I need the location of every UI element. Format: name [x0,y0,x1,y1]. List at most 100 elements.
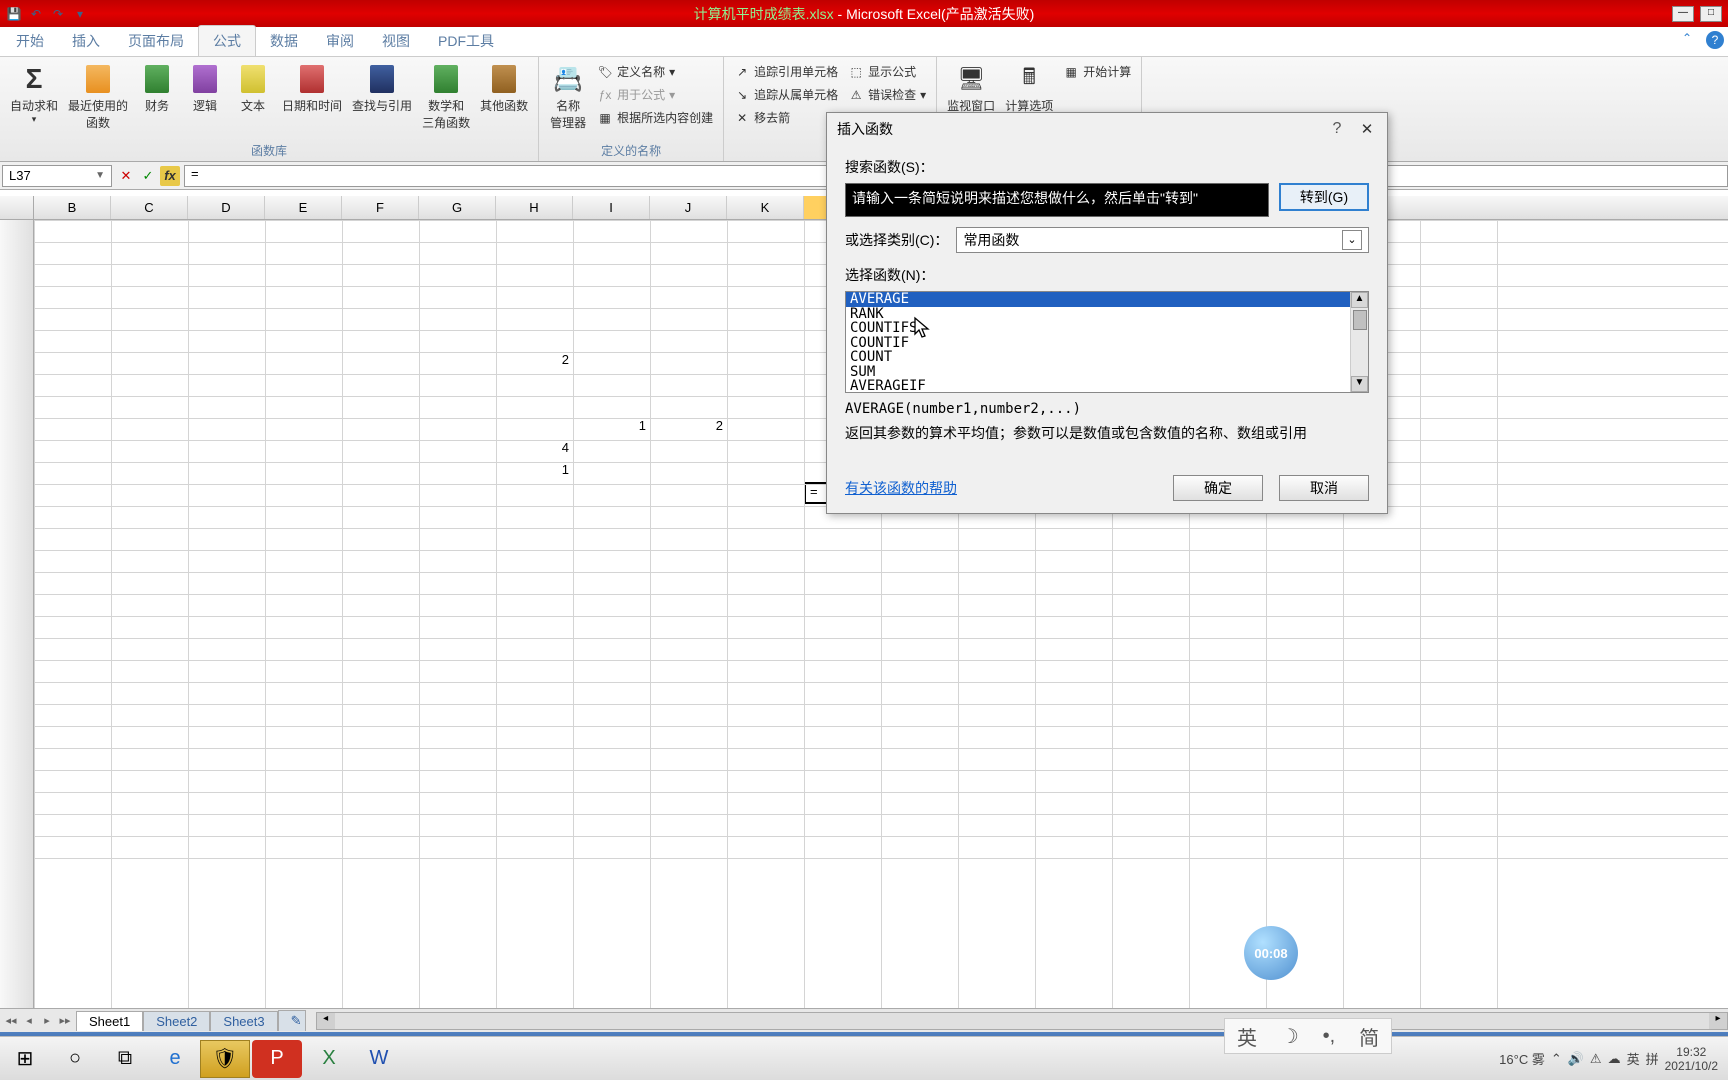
math-button[interactable]: 数学和 三角函数 [418,61,474,140]
start-button[interactable]: ⊞ [0,1040,50,1078]
category-select[interactable]: 常用函数 ⌄ [956,227,1369,253]
cortana-icon[interactable]: ○ [50,1040,100,1078]
tab-home[interactable]: 开始 [2,26,58,56]
dropdown-icon[interactable]: ⌄ [1342,230,1362,250]
show-formulas-button[interactable]: ⬚显示公式 [844,61,930,82]
trace-precedents-button[interactable]: ↗追踪引用单元格 [730,61,842,82]
accept-formula-button[interactable]: ✓ [138,166,158,186]
fn-item-sum[interactable]: SUM [846,365,1368,380]
create-from-sel-button[interactable]: ▦根据所选内容创建 [593,107,717,128]
pdf-app-icon[interactable]: P [252,1040,302,1078]
col-header[interactable]: C [111,196,188,219]
sheet-nav[interactable]: ◂◂◂▸▸▸ [0,1014,76,1027]
function-list[interactable]: AVERAGE RANK COUNTIFS COUNTIF COUNT SUM … [845,291,1369,393]
tab-formulas[interactable]: 公式 [198,25,256,56]
sheet-tab[interactable]: Sheet2 [143,1011,210,1031]
financial-button[interactable]: 财务 [134,61,180,140]
cancel-formula-button[interactable]: ✕ [116,166,136,186]
cell[interactable]: 4 [496,440,573,455]
ime-simp[interactable]: 简 [1359,1022,1379,1051]
error-check-button[interactable]: ⚠错误检查▾ [844,84,930,105]
col-header[interactable]: J [650,196,727,219]
scroll-down-icon[interactable]: ▼ [1351,376,1368,392]
autosum-button[interactable]: Σ 自动求和▾ [6,61,62,140]
function-help-link[interactable]: 有关该函数的帮助 [845,478,957,498]
qat-customize-icon[interactable]: ▾ [70,4,90,24]
dialog-help-button[interactable]: ? [1327,120,1347,138]
maximize-button[interactable]: □ [1700,6,1722,22]
security-icon[interactable]: 🛡 [200,1040,250,1078]
ok-button[interactable]: 确定 [1173,475,1263,501]
col-header[interactable]: I [573,196,650,219]
tab-pdf[interactable]: PDF工具 [424,26,508,56]
excel-app-icon[interactable]: X [304,1040,354,1078]
ime-indicator[interactable]: 英 ☽ •, 简 [1224,1018,1392,1054]
ie-icon[interactable]: e [150,1040,200,1078]
col-header[interactable]: H [496,196,573,219]
col-header[interactable]: D [188,196,265,219]
ime-lang-tray[interactable]: 英 [1627,1049,1640,1068]
insert-function-button[interactable]: fx [160,166,180,186]
taskview-icon[interactable]: ⧉ [100,1040,150,1078]
network-icon[interactable]: ⚠ [1590,1051,1602,1067]
col-header[interactable]: B [34,196,111,219]
fn-item-countifs[interactable]: COUNTIFS [846,321,1368,336]
recent-fn-button[interactable]: 最近使用的 函数 [64,61,132,140]
qat-save-icon[interactable]: 💾 [4,4,24,24]
cell[interactable]: 2 [496,352,573,367]
volume-icon[interactable]: 🔊 [1568,1051,1584,1067]
horizontal-scrollbar[interactable]: ◂ ▸ [316,1012,1728,1030]
cell[interactable]: 1 [496,462,573,477]
col-header[interactable]: G [419,196,496,219]
search-input[interactable]: 请输入一条简短说明来描述您想做什么，然后单击"转到" [845,183,1269,217]
tab-layout[interactable]: 页面布局 [114,26,198,56]
namebox-dropdown-icon[interactable]: ▼ [95,170,105,181]
minimize-ribbon-icon[interactable]: ⌃ [1682,31,1700,49]
new-sheet-button[interactable]: ✎ [278,1010,306,1031]
scroll-up-icon[interactable]: ▲ [1351,292,1368,308]
trace-dependents-button[interactable]: ↘追踪从属单元格 [730,84,842,105]
qat-undo-icon[interactable]: ↶ [26,4,46,24]
name-box[interactable]: L37 ▼ [2,165,112,187]
cancel-button[interactable]: 取消 [1279,475,1369,501]
fn-item-averageif[interactable]: AVERAGEIF [846,379,1368,393]
fn-item-rank[interactable]: RANK [846,307,1368,322]
list-scrollbar[interactable]: ▲ ▼ [1350,292,1368,392]
other-fn-button[interactable]: 其他函数 [476,61,532,140]
ime-mode-tray[interactable]: 拼 [1646,1049,1659,1068]
ime-lang[interactable]: 英 [1237,1022,1257,1051]
ime-punct[interactable]: •, [1323,1025,1336,1048]
minimize-button[interactable]: — [1672,6,1694,22]
dialog-close-button[interactable]: ✕ [1357,120,1377,138]
cell[interactable]: 1 [573,418,650,433]
word-app-icon[interactable]: W [354,1040,404,1078]
weather-widget[interactable]: 16°C 雾 [1499,1049,1545,1068]
col-header[interactable]: E [265,196,342,219]
calc-now-button[interactable]: ▦开始计算 [1059,61,1135,82]
moon-icon[interactable]: ☽ [1281,1024,1299,1049]
define-name-button[interactable]: 🏷定义名称▾ [593,61,717,82]
fn-item-average[interactable]: AVERAGE [846,292,1368,307]
qat-redo-icon[interactable]: ↷ [48,4,68,24]
tray-up-icon[interactable]: ⌃ [1551,1051,1562,1067]
sheet-tab[interactable]: Sheet1 [76,1011,143,1031]
cell[interactable]: 2 [650,418,727,433]
help-icon[interactable]: ? [1706,31,1724,49]
scroll-left-icon[interactable]: ◂ [317,1013,335,1029]
tab-view[interactable]: 视图 [368,26,424,56]
sheet-tab[interactable]: Sheet3 [210,1011,277,1031]
onedrive-icon[interactable]: ☁ [1608,1051,1621,1067]
logical-button[interactable]: 逻辑 [182,61,228,140]
datetime-button[interactable]: 日期和时间 [278,61,346,140]
fn-item-count[interactable]: COUNT [846,350,1368,365]
tab-insert[interactable]: 插入 [58,26,114,56]
scroll-thumb[interactable] [1353,310,1367,330]
col-header[interactable]: F [342,196,419,219]
scroll-right-icon[interactable]: ▸ [1709,1013,1727,1029]
col-header[interactable]: K [727,196,804,219]
name-manager-button[interactable]: 📇名称 管理器 [545,61,591,140]
lookup-button[interactable]: 查找与引用 [348,61,416,140]
tab-review[interactable]: 审阅 [312,26,368,56]
text-button[interactable]: 文本 [230,61,276,140]
go-button[interactable]: 转到(G) [1279,183,1369,211]
